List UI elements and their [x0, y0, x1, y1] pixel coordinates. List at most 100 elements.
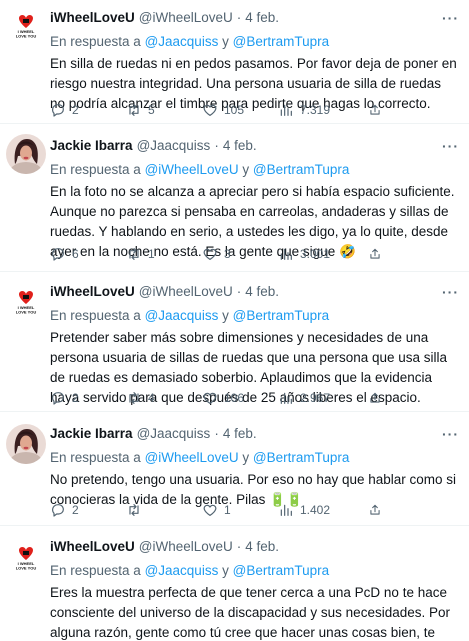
reply-count: 2 [72, 391, 79, 405]
share-icon [370, 504, 380, 515]
reply-prefix: En respuesta a [50, 162, 141, 177]
avatar-iwheelloveu[interactable]: I WHEEL LOVE YOU [6, 538, 46, 578]
display-name[interactable]: iWheelLoveU [50, 282, 135, 302]
profile-photo-icon [6, 424, 46, 464]
tweet-actions: 2 1 1.402 [50, 501, 459, 519]
reply-conjunction: y [222, 34, 229, 49]
tweet-timestamp[interactable]: 4 feb. [223, 136, 257, 156]
tweet-header: Jackie Ibarra @Jaacquiss · 4 feb. ··· [50, 424, 459, 444]
more-options-icon[interactable]: ··· [442, 136, 459, 156]
mention-link[interactable]: @BertramTupra [233, 563, 329, 578]
tweet-timestamp[interactable]: 4 feb. [223, 424, 257, 444]
view-count: 3.001 [300, 247, 331, 261]
tweet-timestamp[interactable]: 4 feb. [245, 282, 279, 302]
reply-button[interactable]: 2 [50, 390, 126, 406]
tweet-header: Jackie Ibarra @Jaacquiss · 4 feb. ··· [50, 136, 459, 156]
user-handle[interactable]: @iWheelLoveU [139, 8, 233, 28]
tweet-actions: 2 5 105 7.319 [50, 101, 459, 119]
mention-link[interactable]: @BertramTupra [253, 450, 349, 465]
mention-link[interactable]: @Jaacquiss [145, 563, 219, 578]
heart-icon [203, 104, 217, 116]
share-icon [370, 104, 380, 115]
tweet[interactable]: I WHEEL LOVE YOU iWheelLoveU @iWheelLove… [0, 0, 469, 124]
reply-context: En respuesta a @iWheelLoveU y @BertramTu… [50, 160, 459, 179]
share-button[interactable] [368, 390, 388, 406]
tweet[interactable]: Jackie Ibarra @Jaacquiss · 4 feb. ··· En… [0, 124, 469, 272]
like-button[interactable]: 3 [202, 246, 278, 262]
like-button[interactable]: 106 [202, 390, 278, 406]
reply-icon [52, 392, 64, 405]
mention-link[interactable]: @iWheelLoveU [145, 162, 239, 177]
iwheelloveu-logo-icon: I WHEEL LOVE YOU [6, 6, 46, 46]
views-button[interactable]: 2.967 [278, 390, 368, 406]
retweet-icon [129, 392, 139, 404]
mention-link[interactable]: @BertramTupra [233, 308, 329, 323]
views-button[interactable]: 7.319 [278, 102, 368, 118]
reply-prefix: En respuesta a [50, 308, 141, 323]
user-handle[interactable]: @Jaacquiss [137, 136, 211, 156]
svg-text:LOVE YOU: LOVE YOU [16, 34, 37, 39]
svg-text:LOVE YOU: LOVE YOU [16, 310, 37, 315]
tweet-timestamp[interactable]: 4 feb. [245, 8, 279, 28]
reply-conjunction: y [242, 450, 250, 465]
avatar-iwheelloveu[interactable]: I WHEEL LOVE YOU [6, 6, 46, 46]
reply-prefix: En respuesta a [50, 34, 141, 49]
separator-dot: · [236, 539, 242, 554]
separator-dot: · [214, 426, 219, 441]
retweet-icon [129, 504, 139, 516]
share-icon [370, 392, 380, 403]
tweet[interactable]: I WHEEL LOVE YOU iWheelLoveU @iWheelLove… [0, 272, 469, 412]
like-count: 106 [224, 391, 245, 405]
tweet-timestamp[interactable]: 4 feb. [245, 537, 279, 557]
views-chart-icon [280, 248, 292, 260]
user-handle[interactable]: @iWheelLoveU [139, 282, 233, 302]
mention-link[interactable]: @Jaacquiss [145, 308, 219, 323]
mention-link[interactable]: @Jaacquiss [145, 34, 219, 49]
mention-link[interactable]: @BertramTupra [233, 34, 329, 49]
retweet-button[interactable]: 1 [126, 246, 202, 262]
share-button[interactable] [368, 102, 388, 118]
retweet-button[interactable]: 5 [126, 102, 202, 118]
reply-button[interactable]: 2 [50, 502, 126, 518]
avatar-jackie-ibarra[interactable] [6, 424, 46, 464]
views-button[interactable]: 1.402 [278, 502, 368, 518]
retweet-button[interactable] [126, 502, 202, 518]
views-chart-icon [280, 104, 292, 116]
reply-button[interactable]: 6 [50, 246, 126, 262]
retweet-button[interactable]: 4 [126, 390, 202, 406]
display-name[interactable]: iWheelLoveU [50, 537, 135, 557]
tweet-header: iWheelLoveU @iWheelLoveU · 4 feb. ··· [50, 8, 459, 28]
views-chart-icon [280, 392, 292, 404]
avatar-jackie-ibarra[interactable] [6, 134, 46, 174]
reply-icon [52, 104, 64, 117]
tweet-actions: 2 4 106 2.967 [50, 389, 459, 407]
tweet[interactable]: I WHEEL LOVE YOU iWheelLoveU @iWheelLove… [0, 526, 469, 641]
more-options-icon[interactable]: ··· [442, 8, 459, 28]
like-button[interactable]: 1 [202, 502, 278, 518]
reply-prefix: En respuesta a [50, 450, 141, 465]
views-chart-icon [280, 504, 292, 516]
mention-link[interactable]: @iWheelLoveU [145, 450, 239, 465]
display-name[interactable]: iWheelLoveU [50, 8, 135, 28]
retweet-count: 4 [148, 391, 155, 405]
display-name[interactable]: Jackie Ibarra [50, 136, 133, 156]
display-name[interactable]: Jackie Ibarra [50, 424, 133, 444]
separator-dot: · [214, 138, 219, 153]
views-button[interactable]: 3.001 [278, 246, 368, 262]
share-button[interactable] [368, 246, 388, 262]
tweet[interactable]: Jackie Ibarra @Jaacquiss · 4 feb. ··· En… [0, 412, 469, 526]
share-button[interactable] [368, 502, 388, 518]
mention-link[interactable]: @BertramTupra [253, 162, 349, 177]
reply-context: En respuesta a @Jaacquiss y @BertramTupr… [50, 32, 459, 51]
retweet-icon [129, 248, 139, 260]
avatar-iwheelloveu[interactable]: I WHEEL LOVE YOU [6, 282, 46, 322]
reply-button[interactable]: 2 [50, 102, 126, 118]
separator-dot: · [236, 10, 242, 25]
like-button[interactable]: 105 [202, 102, 278, 118]
user-handle[interactable]: @Jaacquiss [137, 424, 211, 444]
tweet-text: Eres la muestra perfecta de que tener ce… [50, 585, 450, 640]
more-options-icon[interactable]: ··· [442, 282, 459, 302]
iwheelloveu-logo-icon: I WHEEL LOVE YOU [6, 282, 46, 322]
user-handle[interactable]: @iWheelLoveU [139, 537, 233, 557]
more-options-icon[interactable]: ··· [442, 424, 459, 444]
